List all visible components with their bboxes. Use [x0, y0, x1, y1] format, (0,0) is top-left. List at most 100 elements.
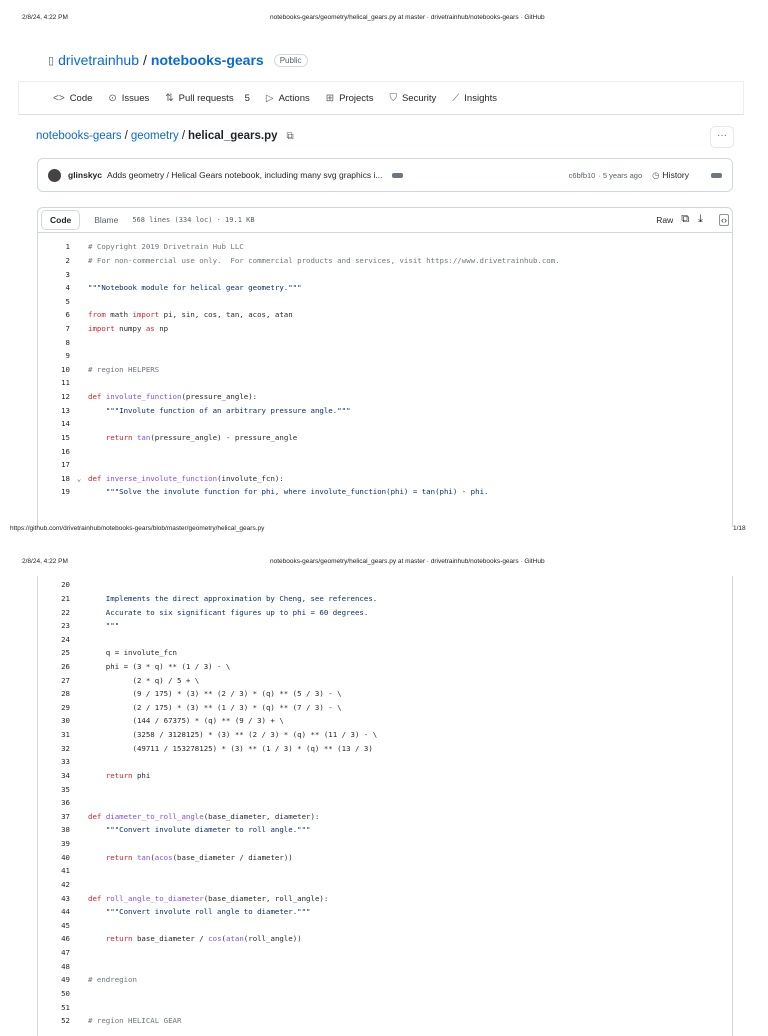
code-tab[interactable]: Code	[41, 209, 81, 230]
line-number[interactable]: 35	[30, 785, 70, 794]
code-text: (2 / 175) * (3) ** (1 / 3) * (q) ** (7 /…	[88, 702, 342, 712]
line-number[interactable]: 17	[30, 460, 70, 469]
line-number[interactable]: 2	[30, 256, 70, 265]
copy-raw-icon[interactable]: ⧉	[681, 213, 689, 226]
line-number[interactable]: 25	[30, 648, 70, 657]
line-number[interactable]: 36	[30, 798, 70, 807]
line-number[interactable]: 50	[30, 989, 70, 998]
line-number[interactable]: 6	[30, 310, 70, 319]
line-number[interactable]: 22	[30, 608, 70, 617]
line-number[interactable]: 47	[30, 948, 70, 957]
line-number[interactable]: 32	[30, 744, 70, 753]
code-line: 14	[30, 417, 88, 431]
line-number[interactable]: 28	[30, 689, 70, 698]
print-title: notebooks-gears/geometry/helical_gears.p…	[270, 14, 545, 21]
line-number[interactable]: 24	[30, 635, 70, 644]
graph-icon: ⟋	[452, 92, 460, 104]
line-number[interactable]: 11	[30, 378, 70, 387]
expand-message-icon[interactable]	[392, 172, 404, 178]
line-number[interactable]: 18	[30, 474, 70, 483]
line-number[interactable]: 45	[30, 921, 70, 930]
line-number[interactable]: 31	[30, 730, 70, 739]
avatar[interactable]	[48, 168, 61, 182]
line-content: """Notebook module for helical gear geom…	[88, 283, 302, 292]
commit-sha[interactable]: c6bfb10	[569, 171, 596, 180]
line-number[interactable]: 21	[30, 594, 70, 603]
line-number[interactable]: 34	[30, 771, 70, 780]
blame-tab[interactable]: Blame	[94, 215, 118, 225]
line-number[interactable]: 29	[30, 703, 70, 712]
tab-projects[interactable]: ⊞ Projects	[326, 93, 374, 104]
line-number[interactable]: 1	[30, 242, 70, 251]
line-number[interactable]: 15	[30, 433, 70, 442]
tab-code[interactable]: <> Code	[53, 93, 92, 104]
tab-label: Actions	[278, 92, 310, 104]
line-number[interactable]: 38	[30, 825, 70, 834]
line-number[interactable]: 10	[30, 365, 70, 374]
code-string: """Notebook module for helical gear geom…	[88, 283, 302, 293]
line-number[interactable]: 30	[30, 716, 70, 725]
copy-path-icon[interactable]: ⧉	[287, 131, 294, 142]
line-number[interactable]: 5	[30, 297, 70, 306]
commit-author[interactable]: glinskyc	[68, 170, 102, 180]
line-number[interactable]: 43	[30, 894, 70, 903]
line-number[interactable]: 39	[30, 839, 70, 848]
line-number[interactable]: 46	[30, 934, 70, 943]
tab-security[interactable]: ⛉ Security	[389, 93, 436, 104]
line-number[interactable]: 4	[30, 283, 70, 292]
line-number[interactable]: 26	[30, 662, 70, 671]
tab-insights[interactable]: ⟋ Insights	[452, 93, 497, 104]
line-number[interactable]: 27	[30, 676, 70, 685]
code-line: 25 q = involute_fcn	[30, 646, 177, 660]
tab-label: Issues	[121, 92, 150, 104]
download-icon[interactable]: ⤓	[698, 213, 703, 226]
code-keyword: return	[105, 770, 133, 780]
commit-options-icon[interactable]	[711, 172, 722, 178]
line-number[interactable]: 41	[30, 866, 70, 875]
tab-actions[interactable]: ▷ Actions	[266, 93, 310, 104]
repo-name-link[interactable]: notebooks-gears	[151, 52, 264, 68]
line-number[interactable]: 13	[30, 406, 70, 415]
repo-owner-link[interactable]: drivetrainhub	[58, 52, 139, 68]
line-number[interactable]: 8	[30, 338, 70, 347]
line-number[interactable]: 51	[30, 1003, 70, 1012]
line-number[interactable]: 19	[30, 487, 70, 496]
code-line: 35	[30, 782, 88, 796]
line-number[interactable]: 40	[30, 853, 70, 862]
commit-message[interactable]: Adds geometry / Helical Gears notebook, …	[107, 170, 382, 180]
history-icon[interactable]: ◷	[652, 170, 659, 181]
more-options-button[interactable]: ···	[710, 126, 734, 148]
tab-pull-requests[interactable]: ⇅ Pull requests 5	[165, 93, 250, 104]
line-number[interactable]: 33	[30, 757, 70, 766]
breadcrumb-repo[interactable]: notebooks-gears	[36, 130, 122, 142]
line-number[interactable]: 20	[30, 580, 70, 589]
line-number[interactable]: 48	[30, 962, 70, 971]
breadcrumb-folder[interactable]: geometry	[131, 130, 179, 142]
line-content: return tan(acos(base_diameter / diameter…	[88, 853, 293, 862]
line-number[interactable]: 37	[30, 812, 70, 821]
tab-issues[interactable]: ⊙ Issues	[108, 93, 149, 104]
code-function: acos	[154, 852, 173, 862]
line-number[interactable]: 14	[30, 419, 70, 428]
line-number[interactable]: 16	[30, 447, 70, 456]
symbols-panel-icon[interactable]: ‹›	[719, 213, 729, 226]
line-number[interactable]: 7	[30, 324, 70, 333]
raw-button[interactable]: Raw	[656, 215, 673, 225]
history-link[interactable]: History	[663, 170, 689, 180]
line-number[interactable]: 23	[30, 621, 70, 630]
code-keyword: return	[105, 934, 133, 944]
tab-label: Pull requests	[178, 92, 234, 104]
code-line: 42	[30, 878, 88, 892]
line-number[interactable]: 49	[30, 975, 70, 984]
code-text: numpy	[114, 324, 146, 334]
code-text: (roll_angle))	[243, 934, 302, 944]
repo-header: ▯ drivetrainhub / notebooks-gears Public	[48, 52, 308, 68]
line-number[interactable]: 44	[30, 907, 70, 916]
line-number[interactable]: 9	[30, 351, 70, 360]
line-number[interactable]: 12	[30, 392, 70, 401]
line-number[interactable]: 3	[30, 270, 70, 279]
line-number[interactable]: 42	[30, 880, 70, 889]
fold-chevron-icon[interactable]: ⌄	[70, 474, 88, 483]
